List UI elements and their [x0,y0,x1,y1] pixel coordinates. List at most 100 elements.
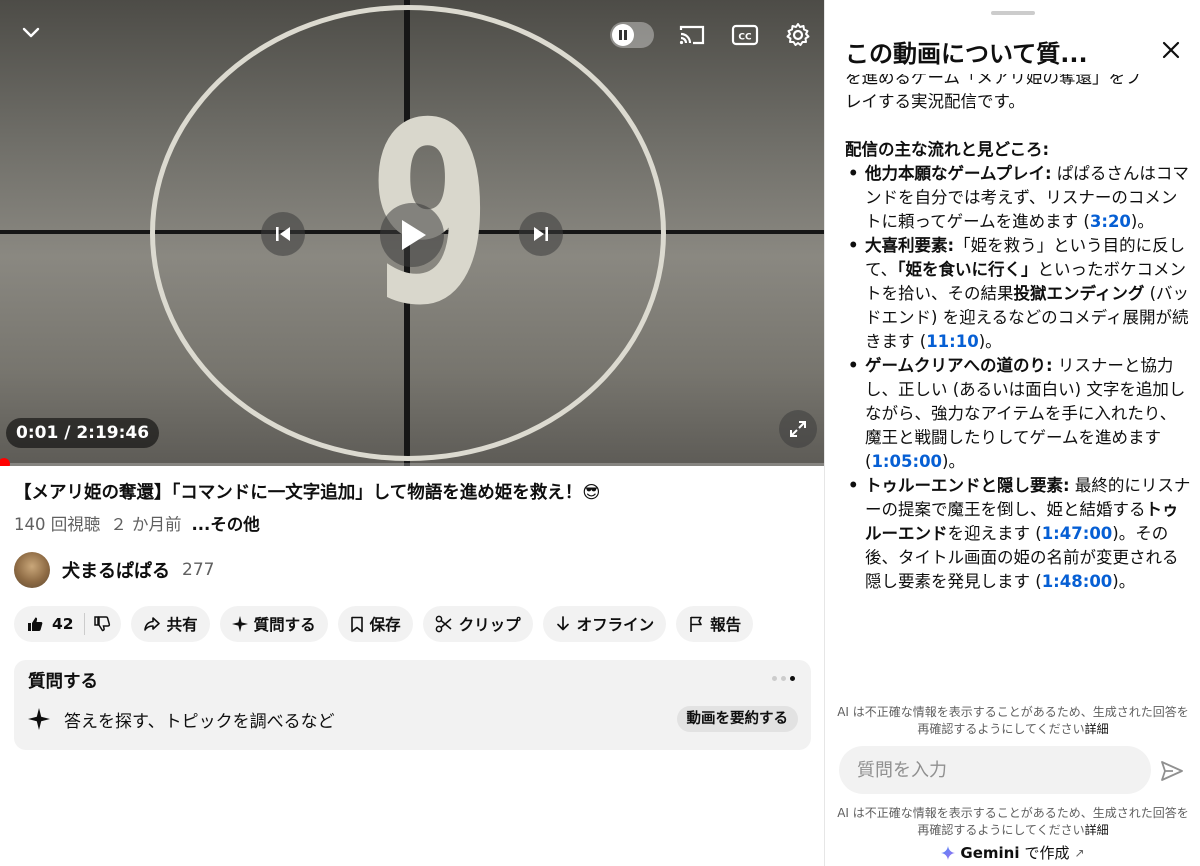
autoplay-pause-toggle[interactable] [610,22,654,48]
bullet-heading: トゥルーエンドと隠し要素: [865,476,1070,495]
question-input[interactable] [839,746,1151,794]
bullet-emphasis: 「姫を食いに行く」 [897,260,1038,279]
gemini-credit[interactable]: Gemini で作成 ↗ [825,842,1200,863]
sparkle-icon [231,616,248,632]
time-display: 0:01 / 2:19:46 [6,418,160,448]
disclaimer-detail-link[interactable]: 詳細 [1085,823,1109,837]
summarize-video-button[interactable]: 動画を要約する [676,706,798,732]
pause-icon [612,24,634,46]
external-link-icon: ↗ [1074,845,1085,860]
video-meta: 140 回視聴 ２ か月前 ...その他 [14,511,260,535]
skip-next-icon [534,227,548,241]
action-bar: 42 共有 質問する 保存 クリップ オフライン 報告 [14,606,754,642]
highlights-list: 他力本願なゲームプレイ: ぱぱるさんはコマンドを自分では考えず、リスナーのコメン… [845,162,1191,594]
video-player[interactable]: 9 CC 0:01 / 2:19:46 [0,0,824,466]
bullet-emphasis: 投獄エンディング [1013,284,1145,303]
bullet-text: を迎えます ( [947,524,1042,543]
subscriber-count: 277 [182,560,215,580]
previous-video-button[interactable] [261,212,305,256]
clip-label: クリップ [458,616,521,634]
ai-disclaimer: AI は不正確な情報を表示することがあるため、生成された回答を再確認するようにし… [835,704,1191,738]
timestamp-link[interactable]: 1:48:00 [1042,572,1113,591]
bullet-heading: 大喜利要素: [865,236,955,255]
share-icon [143,617,160,631]
show-more-link[interactable]: ...その他 [192,511,260,535]
bullet-heading: 他力本願なゲームプレイ: [865,164,1052,183]
avatar[interactable] [14,552,50,588]
ask-card: 質問する 答えを探す、トピックを調べるなど 動画を要約する [14,660,811,750]
report-label: 報告 [710,616,742,634]
view-count: 140 回視聴 [14,515,101,534]
scrubber-handle[interactable] [0,458,10,466]
drag-handle[interactable] [991,11,1035,15]
video-title: 【メアリ姫の奪還】「コマンドに一文字追加」して物語を進め姫を救え！😎 [14,483,601,503]
carousel-dots [772,676,795,681]
thumbs-down-icon [93,616,110,632]
settings-button[interactable] [782,19,814,51]
list-item: ゲームクリアへの道のり: リスナーと協力し、正しい (あるいは面白い) 文字を追… [845,354,1191,474]
clipped-line: を進めるゲーム「メアリ姫の奪還」をプ [845,74,1142,87]
close-panel-button[interactable] [1157,36,1185,64]
disclaimer-text: AI は不正確な情報を表示することがあるため、生成された回答を再確認するようにし… [837,705,1189,736]
cast-button[interactable] [676,20,708,50]
gear-icon [786,23,810,46]
collapse-player-button[interactable] [14,18,48,48]
timestamp-link[interactable]: 1:47:00 [1042,524,1113,543]
list-item: 他力本願なゲームプレイ: ぱぱるさんはコマンドを自分では考えず、リスナーのコメン… [845,162,1191,234]
share-button[interactable]: 共有 [130,606,210,642]
timestamp-link[interactable]: 3:20 [1090,212,1131,231]
next-video-button[interactable] [519,212,563,256]
ai-disclaimer: AI は不正確な情報を表示することがあるため、生成された回答を再確認するようにし… [835,805,1191,839]
dislike-button[interactable] [85,615,111,633]
cast-icon [679,25,705,45]
bullet-text: )。 [1112,572,1136,591]
channel-row[interactable]: 犬まるぱぱる 277 [14,552,214,588]
share-label: 共有 [166,616,198,634]
fullscreen-button[interactable] [779,410,817,448]
panel-title: この動画について質... [845,40,1088,68]
channel-name[interactable]: 犬まるぱぱる [62,557,170,583]
list-item: トゥルーエンドと隠し要素: 最終的にリスナーの提案で魔王を倒し、姫と結婚するトゥ… [845,474,1191,594]
intro-text: レイする実況配信です。 [845,92,1025,111]
captions-button[interactable]: CC [728,20,762,50]
bullet-text: )。 [978,332,1002,351]
close-icon [1162,41,1180,59]
ask-card-title: 質問する [28,672,98,692]
save-label: 保存 [369,616,401,634]
timestamp-link[interactable]: 11:10 [926,332,979,351]
ask-input-row[interactable]: 答えを探す、トピックを調べるなど 動画を要約する [28,704,798,734]
play-button[interactable] [380,203,444,267]
progress-bar[interactable] [0,463,824,466]
offline-label: オフライン [576,616,655,634]
download-icon [556,616,569,631]
save-button[interactable]: 保存 [337,606,413,642]
send-button[interactable] [1157,756,1187,786]
clip-button[interactable]: クリップ [422,606,533,642]
timestamp-link[interactable]: 1:05:00 [871,452,942,471]
ask-label: 質問する [253,616,316,634]
bullet-heading: ゲームクリアへの道のり: [865,356,1053,375]
offline-button[interactable]: オフライン [542,606,667,642]
disclaimer-detail-link[interactable]: 詳細 [1085,722,1109,736]
list-item: 大喜利要素:「姫を救う」という目的に反して、「姫を食いに行く」といったボケコメン… [845,234,1191,354]
gemini-brand: Gemini [960,843,1020,862]
gemini-sparkle-icon [941,845,956,860]
send-icon [1161,761,1183,781]
disclaimer-text: AI は不正確な情報を表示することがあるため、生成された回答を再確認するようにし… [837,806,1189,837]
flag-icon [690,616,702,632]
upload-age: ２ か月前 [110,515,182,534]
like-dislike-group: 42 [14,606,121,642]
bookmark-icon [350,616,363,632]
fullscreen-icon [790,421,806,437]
skip-previous-icon [276,227,290,241]
sparkle-icon [28,708,50,730]
section-heading: 配信の主な流れと見どころ: [845,140,1050,159]
ask-placeholder[interactable]: 答えを探す、トピックを調べるなど [64,707,335,732]
report-button[interactable]: 報告 [676,606,754,642]
like-button[interactable]: 42 [26,613,85,635]
like-count: 42 [52,615,74,633]
answer-body: を進めるゲーム「メアリ姫の奪還」をプ レイする実況配信です。 配信の主な流れと見… [845,74,1191,680]
play-icon [402,220,426,250]
ask-button[interactable]: 質問する [219,606,328,642]
gemini-suffix: で作成 [1024,844,1070,862]
